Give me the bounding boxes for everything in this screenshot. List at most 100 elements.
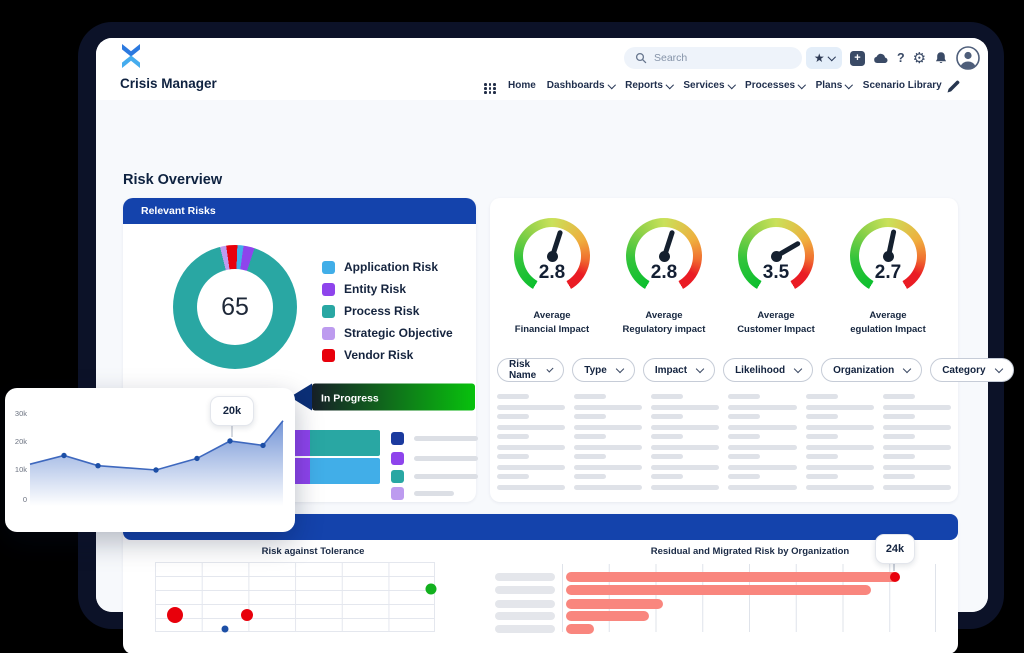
bar-tooltip: 24k: [875, 534, 915, 564]
gauge-label-top: Average: [623, 309, 706, 323]
nav-item-home[interactable]: Home: [508, 80, 536, 91]
skeleton-bar: [497, 474, 529, 479]
setup-button[interactable]: ⚙: [913, 47, 926, 69]
skeleton-cell: [574, 394, 642, 410]
nav-item-reports[interactable]: Reports: [625, 80, 672, 91]
filter-impact[interactable]: Impact: [643, 358, 715, 382]
skeleton-bar: [806, 474, 838, 479]
skeleton-cell: [651, 454, 719, 470]
nav-item-label: Home: [508, 80, 536, 91]
avatar[interactable]: [956, 47, 980, 69]
skeleton-cell: [806, 454, 874, 470]
legend-swatch: [322, 349, 335, 362]
gauge-label: AverageFinancial Impact: [515, 309, 589, 337]
gauge-regulatory-impact: 2.8AverageRegulatory impact: [608, 218, 720, 337]
nav-item-dashboards[interactable]: Dashboards: [547, 80, 614, 91]
skeleton-bar: [497, 405, 565, 410]
skeleton-bar: [806, 445, 874, 450]
skeleton-cell: [806, 474, 874, 490]
gauge-label-top: Average: [515, 309, 589, 323]
filter-organization[interactable]: Organization: [821, 358, 922, 382]
user-icon: [956, 46, 980, 70]
bell-icon: [934, 51, 948, 65]
svg-text:30k: 30k: [15, 409, 27, 418]
gauge-label: Averageegulation Impact: [850, 309, 925, 337]
risk-bar: [566, 585, 871, 595]
quick-add-button[interactable]: +: [850, 47, 865, 69]
filter-label: Impact: [655, 365, 687, 376]
legend-label: Entity Risk: [344, 282, 406, 296]
search-bar[interactable]: Search: [624, 47, 802, 69]
skeleton-bar: [728, 394, 760, 399]
nav-item-plans[interactable]: Plans: [816, 80, 852, 91]
scatter-point: [167, 607, 183, 623]
tolerance-scatter-chart: [155, 562, 435, 632]
skeleton-bar: [574, 425, 642, 430]
skeleton-bar: [651, 445, 719, 450]
skeleton-cell: [574, 474, 642, 490]
stacked-bar-segment: [310, 458, 380, 484]
legend-swatch: [391, 470, 404, 483]
bottom-charts-panel: Risk against Tolerance Residual and Migr…: [123, 514, 958, 653]
filter-category[interactable]: Category: [930, 358, 1013, 382]
gear-icon: ⚙: [913, 50, 926, 66]
skeleton-cell: [728, 394, 796, 410]
skeleton-bar: [806, 414, 838, 419]
legend-swatch: [391, 487, 404, 500]
svg-text:0: 0: [23, 495, 27, 504]
filter-type[interactable]: Type: [572, 358, 635, 382]
skeleton-bar: [806, 454, 838, 459]
stacked-bar-segment: [310, 430, 380, 456]
gauge-egulation-impact: 2.7Averageegulation Impact: [832, 218, 944, 337]
scatter-point: [241, 609, 253, 621]
skeleton-bar: [651, 405, 719, 410]
legend-item: Entity Risk: [322, 278, 453, 300]
gauge-financial-impact: 2.8AverageFinancial Impact: [496, 218, 608, 337]
skeleton-bar: [651, 414, 683, 419]
legend-item: Vendor Risk: [322, 344, 453, 366]
legend-item: Process Risk: [322, 300, 453, 322]
notifications-button[interactable]: [934, 47, 948, 69]
skeleton-cell: [497, 434, 565, 450]
help-button[interactable]: ?: [897, 47, 905, 69]
skeleton-bar: [651, 394, 683, 399]
legend-label: Strategic Objective: [344, 326, 453, 340]
skeleton-bar: [883, 434, 915, 439]
trend-tooltip: 20k: [210, 396, 254, 426]
risk-bar: [566, 611, 649, 621]
legend-label: Application Risk: [344, 260, 438, 274]
skeleton-cell: [651, 474, 719, 490]
favorites-button[interactable]: ★: [806, 47, 842, 69]
org-label-skeleton: [495, 586, 555, 594]
skeleton-bar: [806, 465, 874, 470]
skeleton-bar: [806, 434, 838, 439]
skeleton-bar: [806, 485, 874, 490]
skeleton-bar: [883, 405, 951, 410]
skeleton-bar: [651, 485, 719, 490]
filter-likelihood[interactable]: Likelihood: [723, 358, 813, 382]
gauge-label-bottom: Financial Impact: [515, 323, 589, 337]
stacked-legend-item: [391, 470, 478, 483]
topbar-actions: ★ + ? ⚙: [806, 46, 980, 70]
svg-text:10k: 10k: [15, 465, 27, 474]
legend-swatch: [322, 327, 335, 340]
skeleton-bar: [883, 394, 915, 399]
app-launcher-icon[interactable]: [484, 83, 496, 94]
skeleton-bar: [574, 414, 606, 419]
donut-total: 65: [173, 245, 297, 369]
scatter-point: [222, 626, 229, 633]
help-center-button[interactable]: [873, 47, 889, 69]
skeleton-cell: [883, 394, 951, 410]
skeleton-cell: [651, 414, 719, 430]
skeleton-cell: [728, 454, 796, 470]
nav-item-label: Scenario Library: [863, 80, 942, 91]
edit-page-icon[interactable]: [947, 80, 960, 93]
gauge-label-bottom: Customer Impact: [737, 323, 815, 337]
nav-item-processes[interactable]: Processes: [745, 80, 805, 91]
filter-risk-name[interactable]: Risk Name: [497, 358, 564, 382]
nav-item-services[interactable]: Services: [683, 80, 734, 91]
nav-item-scenario-library[interactable]: Scenario Library: [863, 80, 944, 91]
skeleton-bar: [728, 445, 796, 450]
gauge-value: 3.5: [738, 262, 814, 284]
skeleton-bar: [728, 485, 796, 490]
